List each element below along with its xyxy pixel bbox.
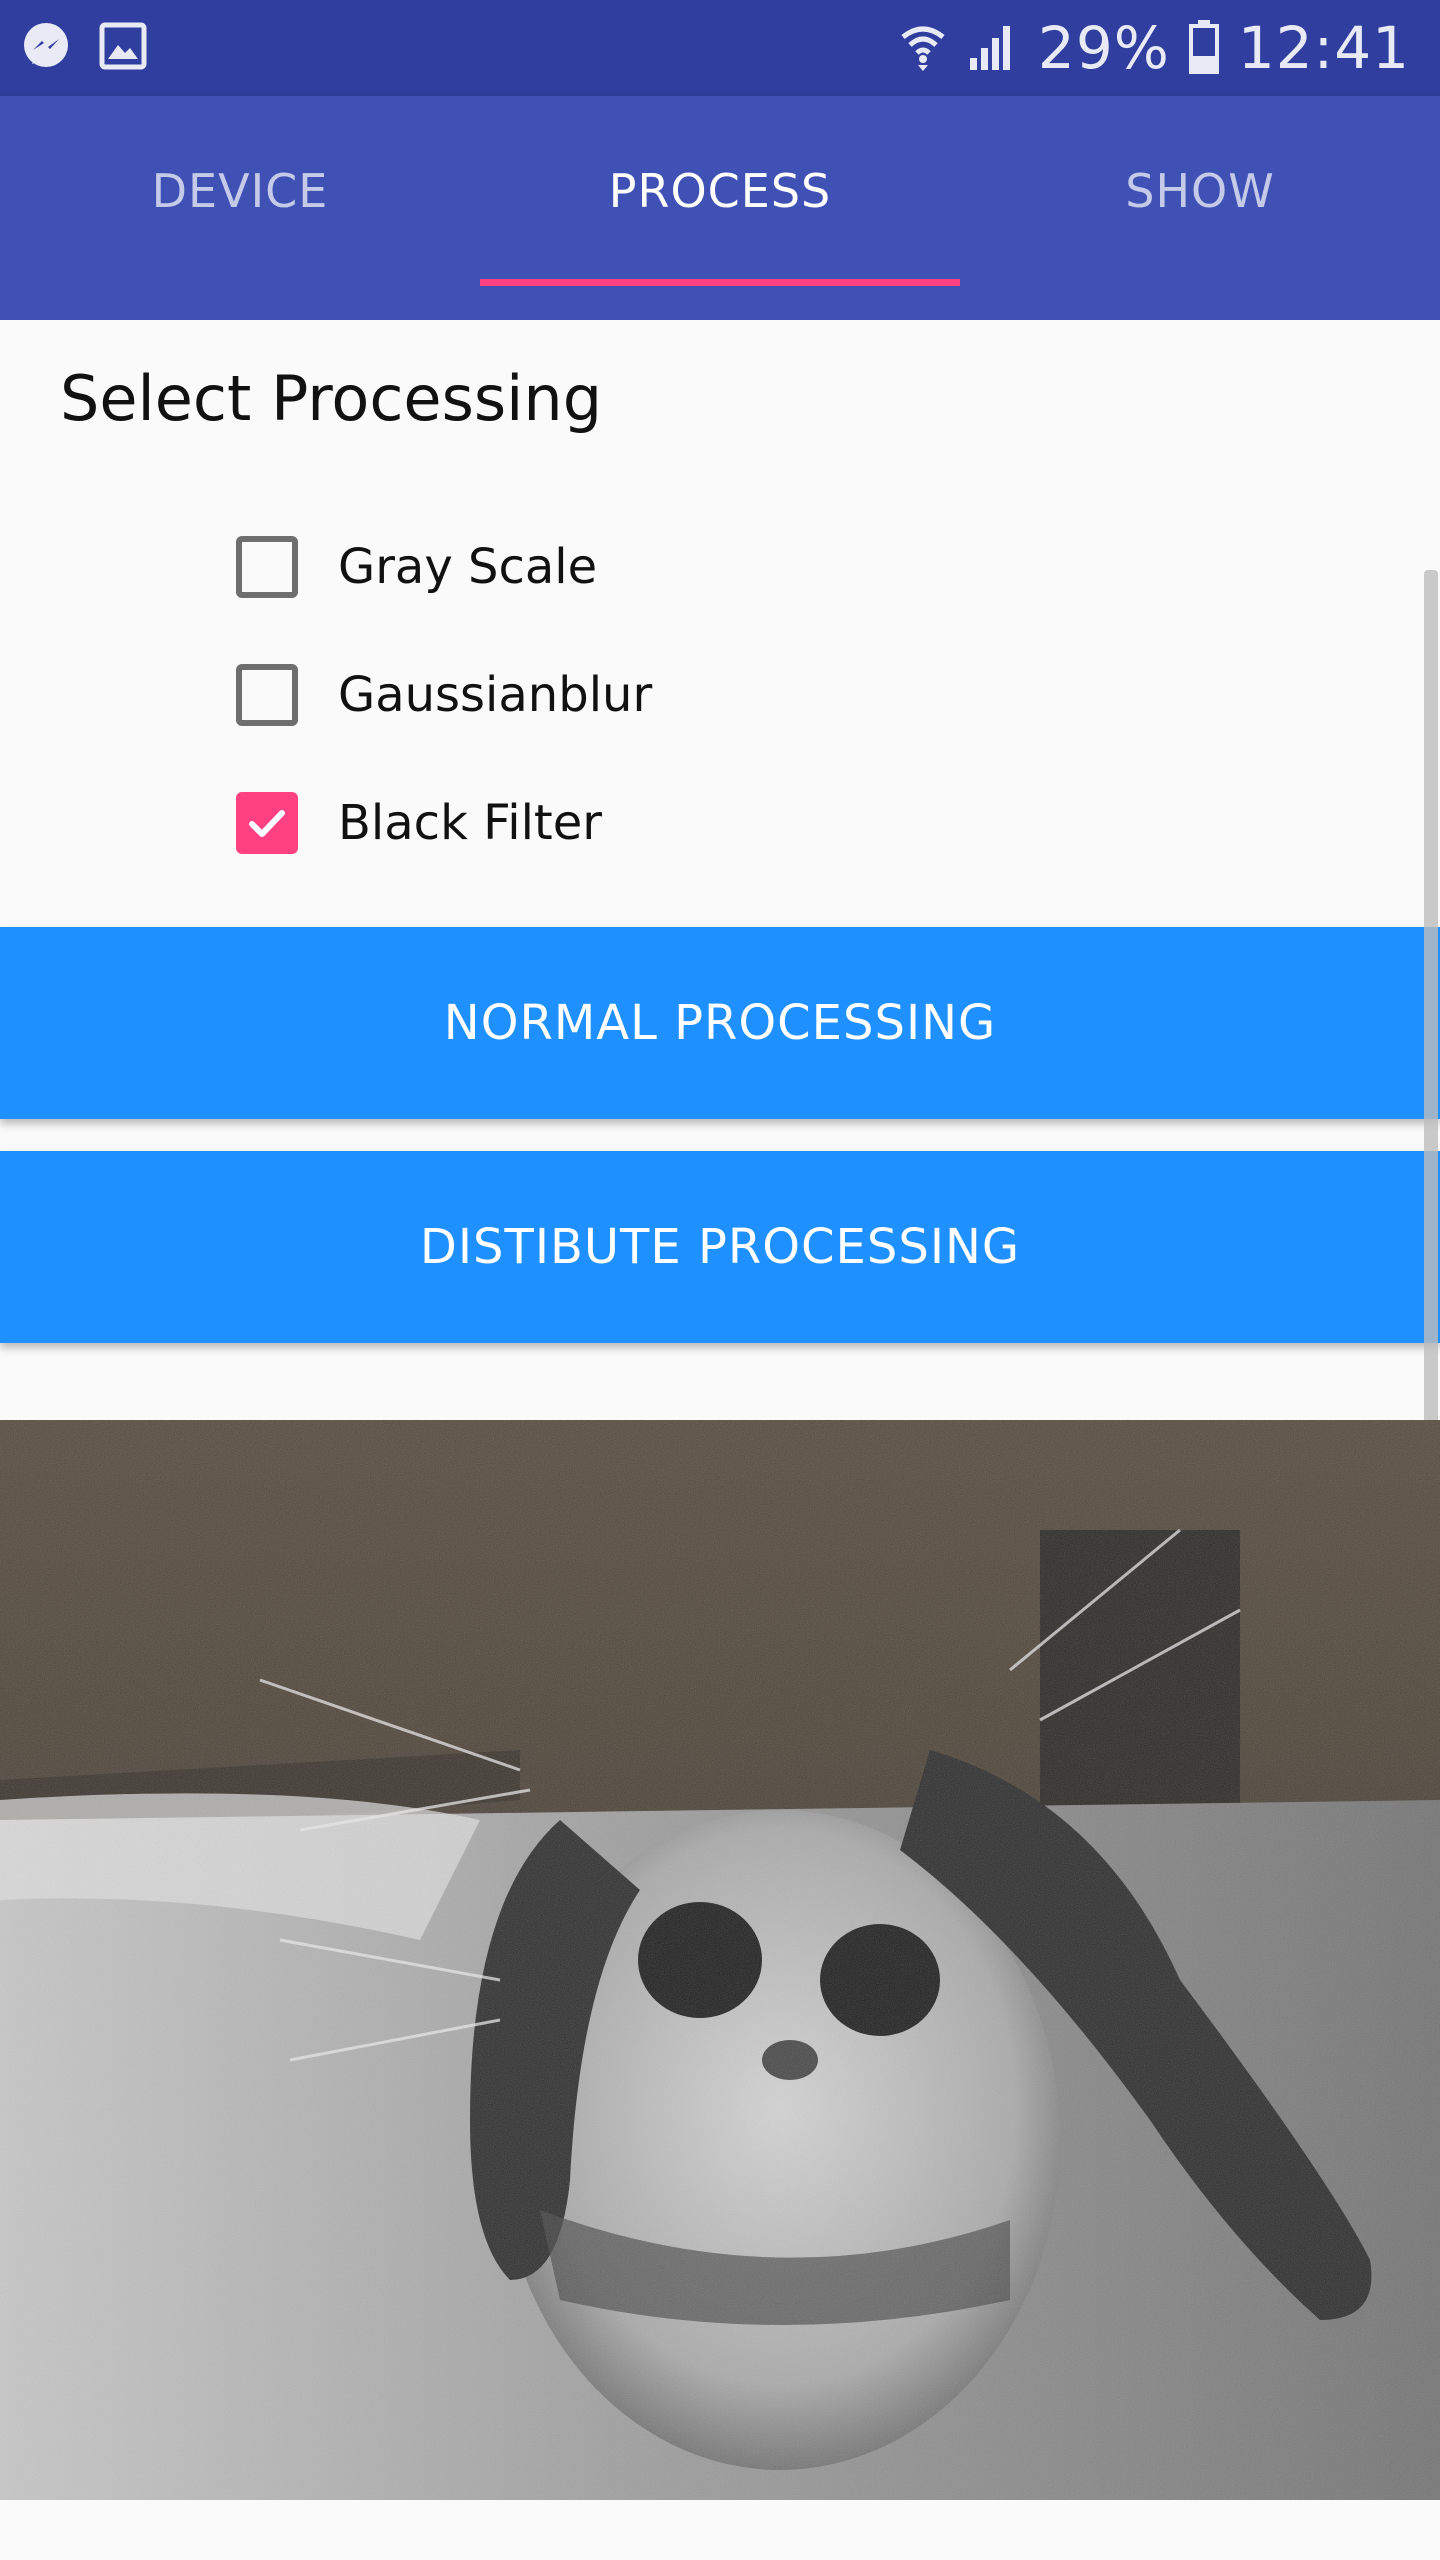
tab-indicator	[480, 279, 960, 286]
normal-processing-button[interactable]: NORMAL PROCESSING	[0, 927, 1440, 1119]
clock: 12:41	[1237, 14, 1410, 82]
gallery-icon	[98, 21, 148, 75]
status-right: 29% 12:41	[898, 14, 1410, 82]
tab-bar: DEVICE PROCESS SHOW	[0, 96, 1440, 286]
process-content: Select Processing Gray Scale Gaussianblu…	[0, 320, 1440, 2560]
battery-icon	[1188, 18, 1220, 78]
signal-icon	[966, 20, 1020, 76]
option-label: Gray Scale	[338, 539, 598, 595]
tab-process[interactable]: PROCESS	[480, 96, 960, 286]
processed-image	[0, 1420, 1440, 2500]
battery-percent: 29%	[1037, 14, 1170, 82]
option-label: Black Filter	[338, 795, 602, 851]
option-black-filter[interactable]: Black Filter	[236, 778, 602, 868]
check-icon	[249, 810, 285, 837]
checkbox-gaussianblur[interactable]	[236, 664, 298, 726]
tab-process-label: PROCESS	[608, 164, 832, 218]
tab-device[interactable]: DEVICE	[0, 96, 480, 286]
checkbox-gray-scale[interactable]	[236, 536, 298, 598]
status-left-icons	[20, 22, 148, 74]
option-gray-scale[interactable]: Gray Scale	[236, 522, 597, 612]
status-bar: 29% 12:41	[0, 0, 1440, 96]
messenger-icon	[20, 20, 72, 76]
distribute-processing-button[interactable]: DISTIBUTE PROCESSING	[0, 1151, 1440, 1343]
app-bar: DEVICE PROCESS SHOW	[0, 96, 1440, 320]
tab-show[interactable]: SHOW	[960, 96, 1440, 286]
checkbox-black-filter[interactable]	[236, 792, 298, 854]
section-title: Select Processing	[60, 362, 603, 435]
wifi-icon	[898, 19, 948, 77]
option-label: Gaussianblur	[338, 667, 653, 723]
option-gaussianblur[interactable]: Gaussianblur	[236, 650, 652, 740]
bunny-photo	[0, 1420, 1440, 2500]
